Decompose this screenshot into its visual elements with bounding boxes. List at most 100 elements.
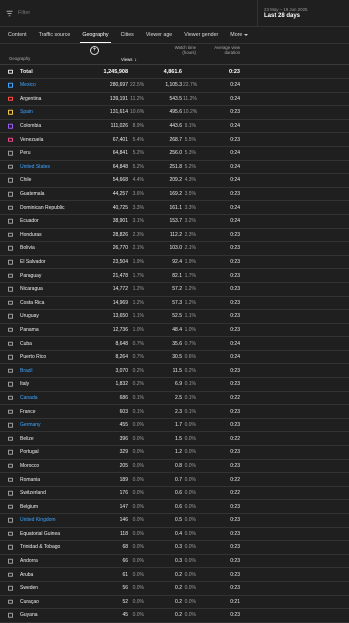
row-checkbox[interactable] [8,354,13,360]
watch-time-header[interactable]: Watch time (hours) [163,45,196,55]
table-row[interactable]: Curaçao 52 0.0% 0.2 0.0% 0:21 [0,596,349,610]
row-checkbox[interactable] [8,232,13,238]
table-row[interactable]: Sweden 56 0.0% 0.2 0.0% 0:23 [0,582,349,596]
table-row[interactable]: Aruba 61 0.0% 0.2 0.0% 0:23 [0,568,349,582]
row-checkbox[interactable] [8,545,13,550]
table-row[interactable]: Mexico 280,697 22.5% 1,105.3 22.7% 0:24 [0,79,349,93]
table-row[interactable]: Colombia 111,026 8.9% 443.6 9.1% 0:24 [0,120,349,134]
table-row[interactable]: Peru 64,841 5.2% 256.0 5.3% 0:24 [0,147,349,161]
tab-traffic-source[interactable]: Traffic source [33,27,77,43]
filter-bar[interactable]: Filter [0,10,30,17]
row-checkbox[interactable] [8,409,13,414]
tab-content[interactable]: Content [2,27,33,43]
row-checkbox[interactable] [8,96,13,102]
row-checkbox[interactable] [8,178,13,183]
row-checkbox[interactable] [8,164,13,170]
row-checkbox[interactable] [8,191,13,197]
row-checkbox[interactable] [8,599,13,605]
table-row[interactable]: Guyana 45 0.0% 0.2 0.0% 0:23 [0,609,349,623]
tab-geography[interactable]: Geography [76,27,114,43]
table-row[interactable]: Nicaragua 14,772 1.2% 57.2 1.2% 0:23 [0,283,349,297]
filter-input[interactable]: Filter [18,10,30,16]
table-row[interactable]: El Salvador 23,504 1.9% 92.4 1.9% 0:23 [0,256,349,270]
table-row[interactable]: United Kingdom 146 0.0% 0.5 0.0% 0:23 [0,514,349,528]
row-checkbox[interactable] [8,613,13,618]
tab-viewer-age[interactable]: Viewer age [140,27,178,43]
row-checkbox[interactable] [8,436,13,441]
row-checkbox[interactable] [8,151,13,156]
avg-view-duration-header[interactable]: Average view duration [205,45,240,55]
row-checkbox[interactable] [8,246,13,251]
table-row[interactable]: Belgium 147 0.0% 0.6 0.0% 0:23 [0,500,349,514]
table-row[interactable]: United States 64,848 5.2% 251.8 5.2% 0:24 [0,161,349,175]
row-checkbox[interactable] [8,572,13,577]
row-checkbox[interactable] [8,395,13,401]
row-checkbox[interactable] [8,314,13,319]
row-checkbox[interactable] [8,205,13,210]
table-row[interactable]: Puerto Rico 8,264 0.7% 30.5 0.6% 0:24 [0,351,349,365]
row-checkbox[interactable] [8,382,13,387]
add-metric-icon[interactable]: + [90,46,99,55]
table-row[interactable]: Italy 1,832 0.2% 6.9 0.1% 0:23 [0,378,349,392]
country-name[interactable]: Mexico [20,82,36,88]
country-name[interactable]: United Kingdom [20,517,56,523]
row-checkbox[interactable] [8,137,13,142]
tab-cities[interactable]: Cities [115,27,140,43]
table-row[interactable]: Brazil 3,070 0.2% 11.5 0.2% 0:23 [0,364,349,379]
table-row[interactable]: Chile 54,668 4.4% 209.2 4.3% 0:24 [0,174,349,188]
table-row[interactable]: Romania 189 0.0% 0.7 0.0% 0:22 [0,473,349,487]
country-name[interactable]: United States [20,164,50,170]
row-checkbox[interactable] [8,259,13,265]
table-row[interactable]: Trinidad & Tobago 68 0.0% 0.3 0.0% 0:23 [0,541,349,555]
views-header[interactable]: Views ↓ [121,57,137,63]
row-checkbox[interactable] [8,123,13,129]
row-checkbox[interactable] [8,286,13,292]
row-checkbox[interactable] [8,368,13,374]
row-checkbox[interactable] [8,477,13,482]
table-row[interactable]: France 603 0.1% 2.3 0.1% 0:23 [0,405,349,419]
row-checkbox[interactable] [8,463,13,469]
total-checkbox[interactable] [8,69,13,74]
table-row[interactable]: Dominican Republic 40,725 3.3% 161.1 3.3% 0:2… [0,201,349,215]
table-row[interactable]: Argentina 139,191 11.2% 543.5 11.2% 0:24 [0,93,349,107]
country-name[interactable]: Spain [20,109,33,115]
date-range-selector[interactable]: 23 May – 19 Jun 2025 Last 28 days [257,0,349,26]
row-checkbox[interactable] [8,110,13,115]
table-row[interactable]: Costa Rica 14,969 1.2% 57.3 1.2% 0:23 [0,297,349,311]
table-row[interactable]: Panama 12,736 1.0% 48.4 1.0% 0:23 [0,324,349,338]
row-checkbox[interactable] [8,83,13,88]
sort-down-icon[interactable]: ↓ [134,57,137,63]
row-checkbox[interactable] [8,273,13,278]
row-checkbox[interactable] [8,490,13,496]
country-name[interactable]: Brazil [20,368,33,374]
table-row[interactable]: Morocco 205 0.0% 0.8 0.0% 0:23 [0,460,349,474]
row-checkbox[interactable] [8,586,13,591]
row-checkbox[interactable] [8,341,13,346]
row-checkbox[interactable] [8,300,13,306]
table-row[interactable]: Switzerland 176 0.0% 0.6 0.0% 0:22 [0,487,349,501]
table-row[interactable]: Venezuela 67,401 5.4% 268.7 5.5% 0:23 [0,133,349,147]
country-name[interactable]: Canada [20,395,38,401]
tab-viewer-gender[interactable]: Viewer gender [178,27,224,43]
country-name[interactable]: Germany [20,422,41,428]
row-checkbox[interactable] [8,531,13,537]
table-row[interactable]: Uruguay 13,650 1.1% 52.5 1.1% 0:23 [0,310,349,324]
table-row[interactable]: Bolivia 26,770 2.1% 103.0 2.1% 0:23 [0,242,349,256]
table-row[interactable]: Cuba 8,648 0.7% 35.6 0.7% 0:24 [0,337,349,351]
row-checkbox[interactable] [8,504,13,509]
table-row[interactable]: Honduras 28,826 2.3% 112.2 2.3% 0:23 [0,229,349,243]
table-row[interactable]: Germany 455 0.0% 1.7 0.0% 0:23 [0,419,349,433]
row-checkbox[interactable] [8,450,13,455]
filter-icon[interactable] [6,10,13,17]
table-row[interactable]: Canada 686 0.1% 2.5 0.1% 0:22 [0,392,349,406]
table-row[interactable]: Ecuador 38,901 3.1% 153.7 3.2% 0:24 [0,215,349,229]
table-row[interactable]: Andorra 66 0.0% 0.3 0.0% 0:23 [0,555,349,569]
row-checkbox[interactable] [8,327,13,333]
table-row[interactable]: Paraguay 21,478 1.7% 82.1 1.7% 0:23 [0,269,349,283]
table-row[interactable]: Belize 396 0.0% 1.5 0.0% 0:22 [0,432,349,447]
row-checkbox[interactable] [8,422,13,428]
table-row[interactable]: Equatorial Guinea 118 0.0% 0.4 0.0% 0:23 [0,528,349,542]
table-row[interactable]: Spain 131,614 10.6% 495.6 10.2% 0:23 [0,106,349,120]
row-checkbox[interactable] [8,558,13,564]
table-row[interactable]: Portugal 329 0.0% 1.2 0.0% 0:23 [0,446,349,460]
